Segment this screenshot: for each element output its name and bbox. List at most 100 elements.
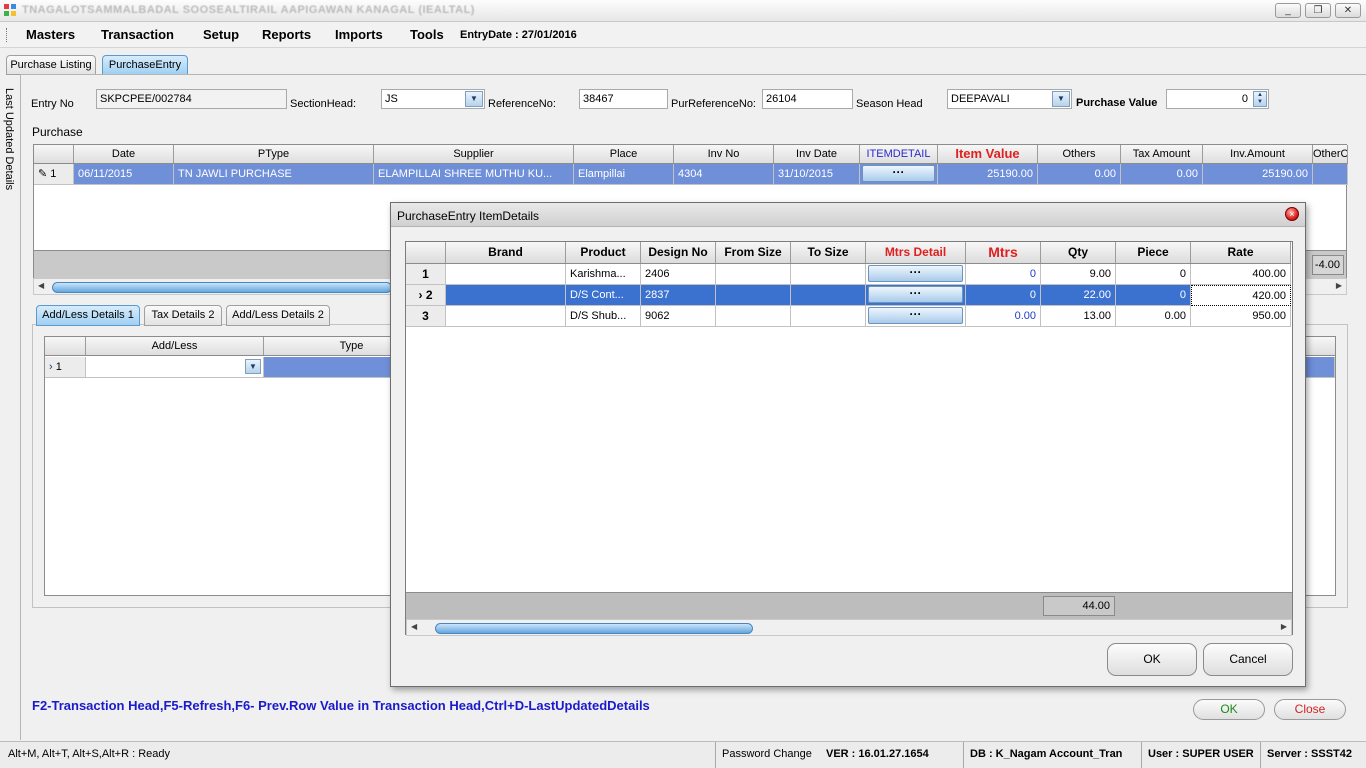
col-inv-no[interactable]: Inv No: [674, 145, 774, 163]
close-icon[interactable]: ×: [1285, 207, 1299, 221]
cell-brand[interactable]: [446, 306, 566, 327]
scroll-left-icon[interactable]: ◀: [411, 622, 417, 631]
scroll-left-icon[interactable]: ◀: [38, 281, 44, 290]
table-row[interactable]: 3 D/S Shub... 9062 ··· 0.00 13.00 0.00 9…: [406, 306, 1291, 327]
chevron-down-icon[interactable]: ▼: [1052, 91, 1070, 107]
menu-reports[interactable]: Reports: [262, 27, 311, 42]
col-place[interactable]: Place: [574, 145, 674, 163]
scrollbar-thumb[interactable]: [435, 623, 753, 634]
cell-piece[interactable]: 0.00: [1116, 306, 1191, 327]
col-to-size[interactable]: To Size: [791, 242, 866, 263]
mtrs-detail-button[interactable]: ···: [866, 285, 966, 306]
col-product[interactable]: Product: [566, 242, 641, 263]
cell-design-no[interactable]: 2406: [641, 264, 716, 285]
cell-inv-date[interactable]: 31/10/2015: [774, 164, 860, 185]
cell-to-size[interactable]: [791, 306, 866, 327]
close-button[interactable]: Close: [1274, 699, 1346, 720]
col-supplier[interactable]: Supplier: [374, 145, 574, 163]
restore-button[interactable]: ❐: [1305, 3, 1331, 18]
minimize-button[interactable]: _: [1275, 3, 1301, 18]
season-head-select[interactable]: DEEPAVALI ▼: [947, 89, 1072, 109]
cell-piece[interactable]: 0: [1116, 285, 1191, 306]
col-tax-amount[interactable]: Tax Amount: [1121, 145, 1203, 163]
password-change-link[interactable]: Password Change: [715, 742, 812, 768]
col-itemdetail[interactable]: ITEMDETAIL: [860, 145, 938, 163]
cell-others[interactable]: 0.00: [1038, 164, 1121, 185]
col-from-size[interactable]: From Size: [716, 242, 791, 263]
cell-brand[interactable]: [446, 285, 566, 306]
menu-tools[interactable]: Tools: [410, 27, 444, 42]
col-mtrs[interactable]: Mtrs: [966, 242, 1041, 263]
cell-product[interactable]: D/S Cont...: [566, 285, 641, 306]
cell-ptype[interactable]: TN JAWLI PURCHASE: [174, 164, 374, 185]
pur-reference-no-field[interactable]: 26104: [762, 89, 853, 109]
dialog-ok-button[interactable]: OK: [1107, 643, 1197, 676]
cell-product[interactable]: Karishma...: [566, 264, 641, 285]
col-date[interactable]: Date: [74, 145, 174, 163]
chevron-down-icon[interactable]: ▼: [465, 91, 483, 107]
reference-no-field[interactable]: 38467: [579, 89, 668, 109]
col-others[interactable]: Others: [1038, 145, 1121, 163]
cell-design-no[interactable]: 9062: [641, 306, 716, 327]
cell-rate[interactable]: 950.00: [1191, 306, 1291, 327]
purchase-value-field[interactable]: 0 ▲ ▼: [1166, 89, 1269, 109]
tab-purchase-entry[interactable]: PurchaseEntry: [102, 55, 188, 75]
col-brand[interactable]: Brand: [446, 242, 566, 263]
col-design-no[interactable]: Design No: [641, 242, 716, 263]
mtrs-detail-button[interactable]: ···: [866, 306, 966, 327]
section-head-select[interactable]: JS ▼: [381, 89, 485, 109]
cell-piece[interactable]: 0: [1116, 264, 1191, 285]
tab-tax-details-2[interactable]: Tax Details 2: [144, 305, 222, 326]
cell-mtrs[interactable]: 0: [966, 285, 1041, 306]
cell-supplier[interactable]: ELAMPILLAI SHREE MUTHU KU...: [374, 164, 574, 185]
col-add-less[interactable]: Add/Less: [86, 337, 264, 355]
ok-button[interactable]: OK: [1193, 699, 1265, 720]
menu-setup[interactable]: Setup: [203, 27, 239, 42]
cell-otherc[interactable]: [1313, 164, 1348, 185]
cell-inv-amount[interactable]: 25190.00: [1203, 164, 1313, 185]
col-ptype[interactable]: PType: [174, 145, 374, 163]
scrollbar-thumb[interactable]: [52, 282, 392, 293]
mtrs-detail-button[interactable]: ···: [866, 264, 966, 285]
col-item-value[interactable]: Item Value: [938, 145, 1038, 163]
scroll-right-icon[interactable]: ▶: [1281, 622, 1287, 631]
tab-purchase-listing[interactable]: Purchase Listing: [6, 55, 96, 75]
dialog-cancel-button[interactable]: Cancel: [1203, 643, 1293, 676]
menu-imports[interactable]: Imports: [335, 27, 383, 42]
cell-place[interactable]: Elampillai: [574, 164, 674, 185]
tab-addless-details-1[interactable]: Add/Less Details 1: [36, 305, 140, 326]
cell-mtrs[interactable]: 0.00: [966, 306, 1041, 327]
col-rate[interactable]: Rate: [1191, 242, 1291, 263]
cell-from-size[interactable]: [716, 306, 791, 327]
cell-to-size[interactable]: [791, 285, 866, 306]
cell-qty[interactable]: 13.00: [1041, 306, 1116, 327]
cell-inv-no[interactable]: 4304: [674, 164, 774, 185]
spinner-icon[interactable]: ▲ ▼: [1253, 91, 1267, 107]
cell-rate[interactable]: 420.00: [1191, 285, 1291, 306]
table-row[interactable]: ✎ 1 06/11/2015 TN JAWLI PURCHASE ELAMPIL…: [34, 164, 1348, 185]
cell-brand[interactable]: [446, 264, 566, 285]
cell-rate[interactable]: 400.00: [1191, 264, 1291, 285]
col-inv-date[interactable]: Inv Date: [774, 145, 860, 163]
scroll-right-icon[interactable]: ▶: [1336, 281, 1342, 290]
item-detail-button[interactable]: ···: [860, 164, 938, 185]
col-piece[interactable]: Piece: [1116, 242, 1191, 263]
cell-qty[interactable]: 9.00: [1041, 264, 1116, 285]
col-inv-amount[interactable]: Inv.Amount: [1203, 145, 1313, 163]
close-window-button[interactable]: ✕: [1335, 3, 1361, 18]
chevron-down-icon[interactable]: ▼: [245, 359, 261, 374]
cell-from-size[interactable]: [716, 264, 791, 285]
menu-masters[interactable]: Masters: [26, 27, 75, 42]
add-less-select[interactable]: ▼: [86, 357, 264, 378]
col-otherc[interactable]: OtherC: [1313, 145, 1348, 163]
menu-transaction[interactable]: Transaction: [101, 27, 174, 42]
table-row[interactable]: › 2 D/S Cont... 2837 ··· 0 22.00 0 420.0…: [406, 285, 1291, 306]
cell-design-no[interactable]: 2837: [641, 285, 716, 306]
col-mtrs-detail[interactable]: Mtrs Detail: [866, 242, 966, 263]
cell-item-value[interactable]: 25190.00: [938, 164, 1038, 185]
entry-no-field[interactable]: SKPCPEE/002784: [96, 89, 287, 109]
table-row[interactable]: 1 Karishma... 2406 ··· 0 9.00 0 400.00: [406, 264, 1291, 285]
item-details-scrollbar[interactable]: ◀ ▶: [406, 619, 1292, 636]
cell-tax-amount[interactable]: 0.00: [1121, 164, 1203, 185]
last-updated-details-tab[interactable]: Last Updated Details: [0, 74, 20, 314]
